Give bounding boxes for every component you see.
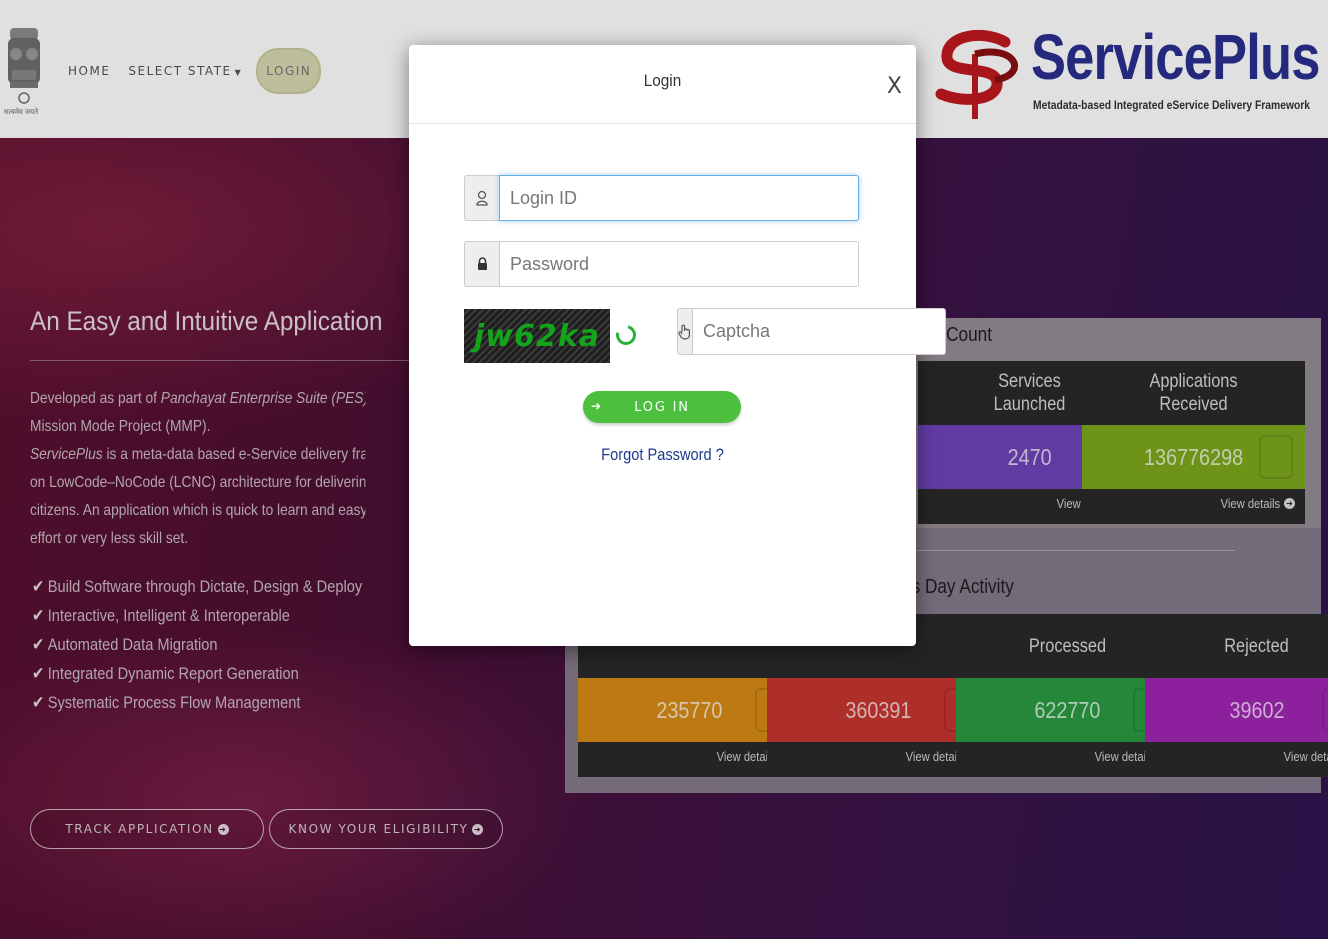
captcha-text: jw62ka xyxy=(474,318,600,354)
captcha-group xyxy=(677,308,946,355)
login-button[interactable]: ➔ LOG IN xyxy=(583,391,741,423)
sign-in-icon: ➔ xyxy=(591,399,603,413)
hand-pointer-icon xyxy=(677,308,692,355)
modal-header: Login X xyxy=(409,45,916,124)
password-input[interactable] xyxy=(499,241,859,287)
refresh-captcha-icon[interactable] xyxy=(612,321,640,349)
login-id-input[interactable] xyxy=(499,175,859,221)
login-id-group xyxy=(464,175,859,221)
lock-icon xyxy=(464,241,499,287)
captcha-image: jw62ka xyxy=(464,309,610,363)
login-button-label: LOG IN xyxy=(634,399,690,415)
password-group xyxy=(464,241,859,287)
close-button[interactable]: X xyxy=(887,75,902,99)
modal-title: Login xyxy=(643,71,682,90)
captcha-input[interactable] xyxy=(692,308,946,355)
login-modal: Login X jw62ka ➔ LOG IN Forgot Password … xyxy=(409,45,946,646)
forgot-password-link[interactable]: Forgot Password ? xyxy=(444,445,880,465)
user-icon xyxy=(464,175,499,221)
